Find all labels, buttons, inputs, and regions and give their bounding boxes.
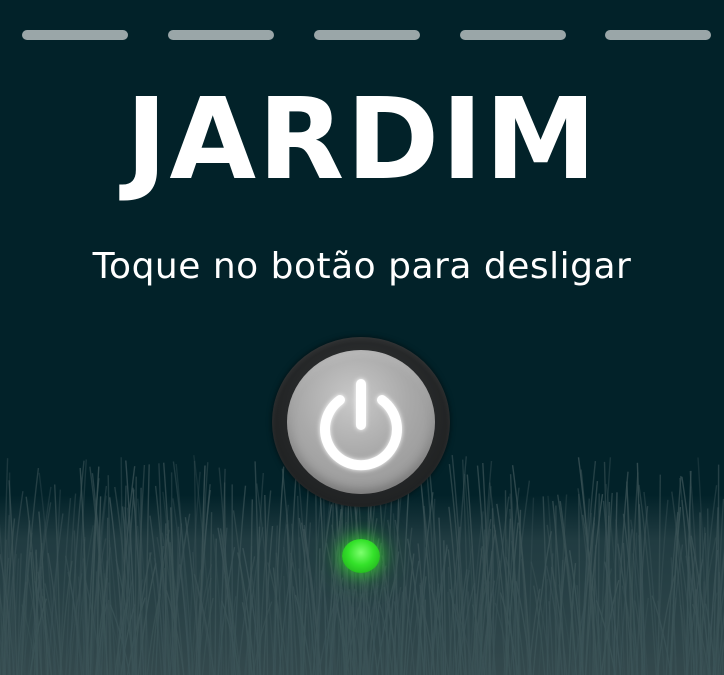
page-indicator: [0, 0, 724, 70]
page-dash-5[interactable]: [605, 30, 711, 40]
page-dash-3[interactable]: [314, 30, 420, 40]
page-dash-4[interactable]: [460, 30, 566, 40]
instruction-text: Toque no botão para desligar: [92, 246, 632, 287]
garden-control-screen: JARDIM Toque no botão para desligar: [0, 0, 724, 675]
page-dash-1[interactable]: [22, 30, 128, 40]
power-icon: [320, 379, 402, 471]
power-button[interactable]: [272, 337, 450, 507]
room-title: JARDIM: [125, 75, 599, 205]
page-dash-2[interactable]: [168, 30, 274, 40]
status-led: [342, 539, 380, 573]
